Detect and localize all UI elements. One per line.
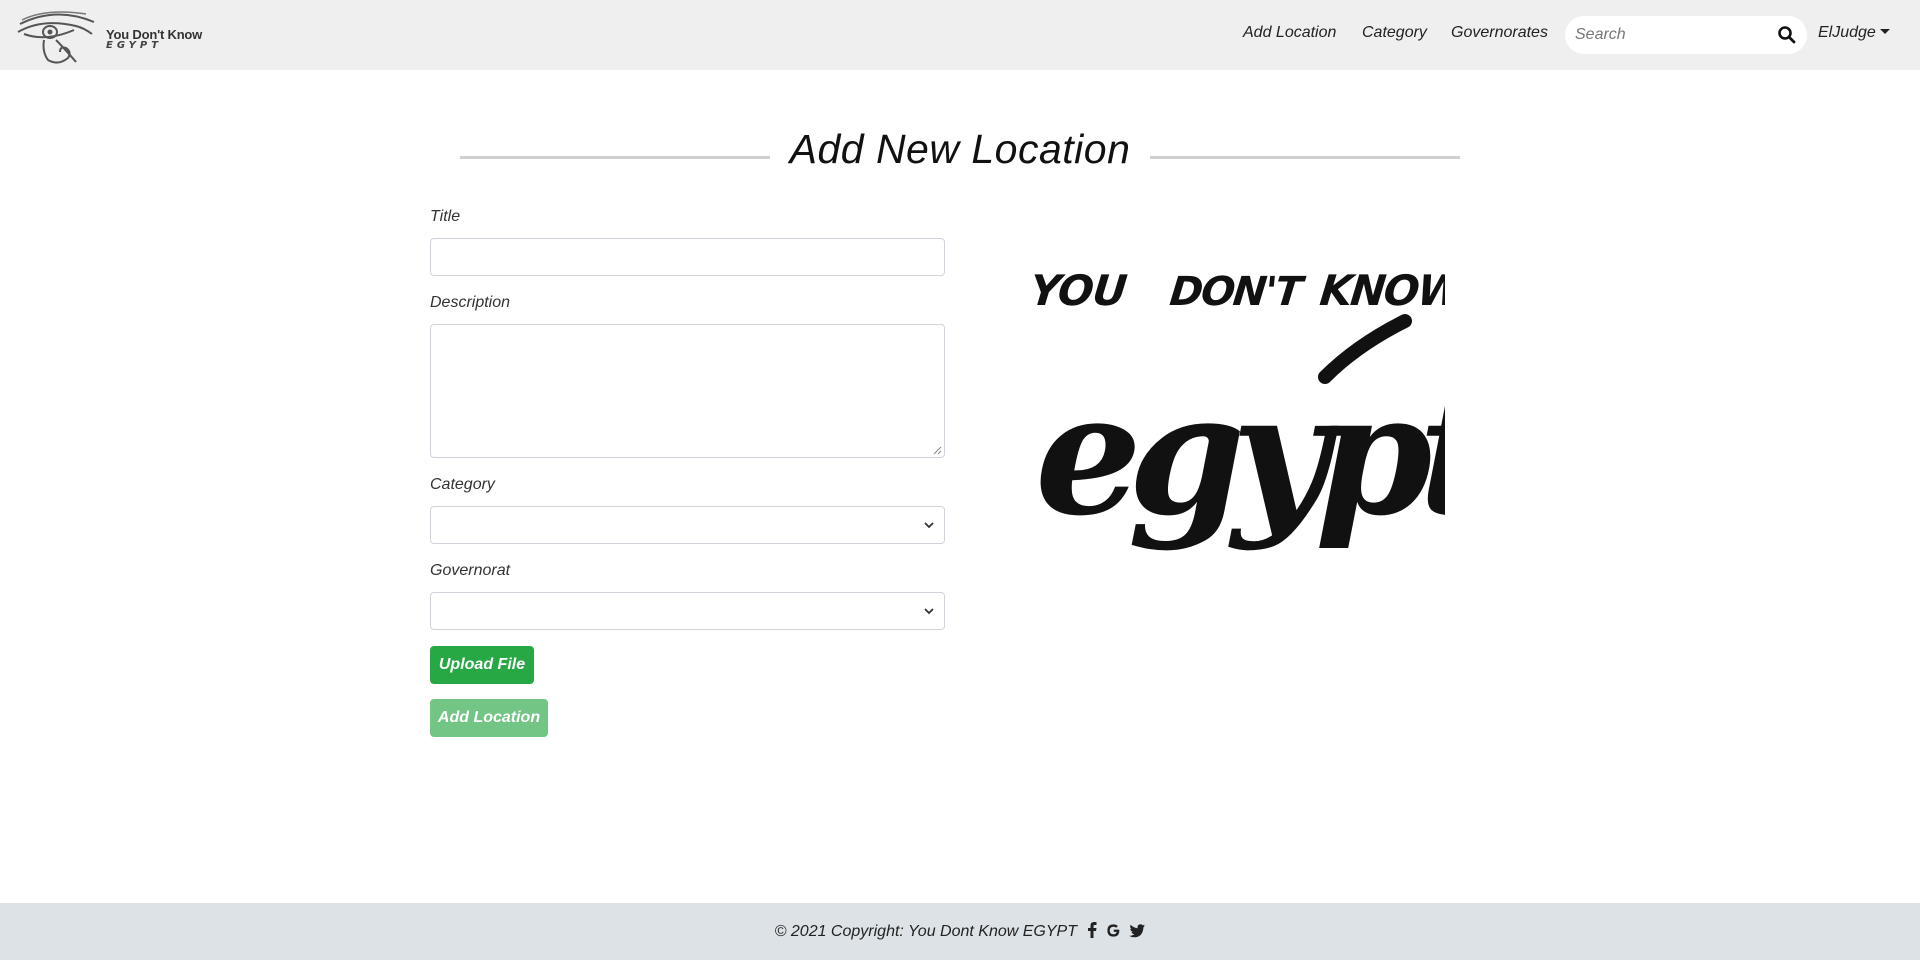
art-word-dont: DON'T [1168,269,1308,315]
you-dont-know-egypt-artwork: YOU DON'T KNOW egypt [1028,266,1445,553]
eye-of-horus-icon [17,11,95,64]
nav-add-location[interactable]: Add Location [1243,24,1336,42]
heading-divider-left [460,156,770,159]
art-word-know: KNOW [1318,266,1445,315]
title-label: Title [430,208,461,225]
footer: © 2021 Copyright: You Dont Know EGYPT [0,903,1920,960]
search-box [1565,16,1807,54]
heading-divider-right [1150,156,1460,159]
page-title: Add New Location [789,126,1131,172]
title-input[interactable] [430,238,945,276]
chevron-down-icon [924,522,934,529]
chevron-down-icon [924,608,934,615]
brand-logo[interactable]: You Don't Know EGYPT [16,8,206,64]
art-script-egypt: egypt [1035,355,1445,553]
user-name: ElJudge [1818,24,1876,41]
nav-governorates[interactable]: Governorates [1451,24,1548,42]
resize-grip-icon[interactable] [932,445,942,455]
nav-category[interactable]: Category [1362,24,1427,42]
description-textarea[interactable] [430,324,945,458]
governorate-label: Governorat [430,562,511,579]
search-icon[interactable] [1777,25,1797,45]
caret-down-icon [1879,29,1890,34]
category-label: Category [430,476,495,493]
facebook-icon[interactable] [1087,922,1097,938]
search-input[interactable] [1575,23,1765,47]
add-location-button[interactable]: Add Location [430,699,548,737]
description-label: Description [430,294,511,311]
governorate-select[interactable] [430,592,945,630]
brand-subtitle: EGYPT [106,40,163,51]
user-dropdown[interactable]: ElJudge [1818,24,1890,42]
category-select[interactable] [430,506,945,544]
upload-file-button[interactable]: Upload File [430,646,534,684]
navbar: You Don't Know EGYPT Add Location Catego… [0,0,1920,70]
google-icon[interactable] [1106,923,1121,938]
footer-copyright: © 2021 Copyright: You Dont Know EGYPT [774,923,1077,940]
art-word-you: YOU [1028,266,1130,315]
twitter-icon[interactable] [1129,924,1146,938]
